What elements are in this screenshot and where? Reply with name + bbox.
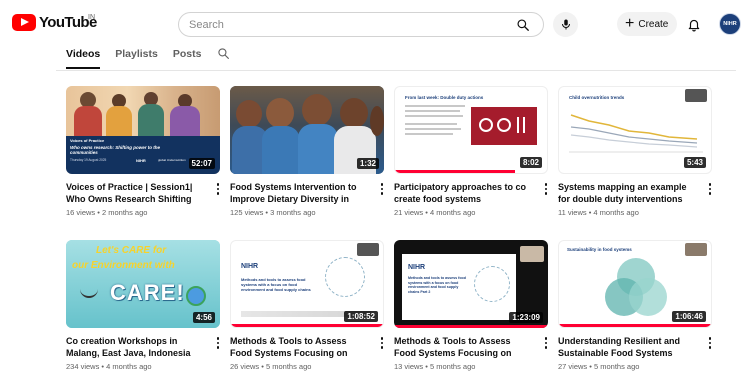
video-duration: 52:07 [188, 158, 215, 169]
thumb-heading: Child overnutrition trends [569, 95, 625, 100]
more-options-icon[interactable] [378, 336, 386, 350]
presenter-video [685, 89, 707, 102]
search-box [178, 12, 544, 37]
thumb-date: Thursday 19 August 2025 [70, 158, 107, 162]
video-meta: 21 views • 4 months ago [394, 208, 476, 217]
more-options-icon[interactable] [214, 182, 222, 196]
video-thumbnail[interactable]: 1:32 [230, 86, 384, 174]
video-meta: 27 views • 5 months ago [558, 362, 640, 371]
video-title[interactable]: Co creation Workshops in Malang, East Ja… [66, 335, 206, 359]
search-icon [218, 48, 230, 59]
thumb-care: CARE! [110, 280, 185, 305]
create-button[interactable]: + Create [617, 12, 677, 36]
video-thumbnail[interactable]: From last week: Double duty actions 8:02 [394, 86, 548, 174]
more-options-icon[interactable] [706, 182, 714, 196]
video-title[interactable]: Methods & Tools to Assess Food Systems F… [230, 335, 370, 359]
video-thumbnail[interactable]: NIHR Methods and tools to assess food sy… [394, 240, 548, 328]
thumb-line-1: Let's CARE for [96, 245, 167, 256]
video-meta: 234 views • 4 months ago [66, 362, 152, 371]
thumb-question: Who owns research: Shifting power to the… [70, 145, 161, 155]
video-thumbnail[interactable]: Sustainability in food systems 1:06:46 [558, 240, 712, 328]
tabs-divider [56, 70, 736, 71]
thumb-heading: Voices of Practice [70, 138, 105, 143]
region-code: IN [88, 14, 95, 21]
search-icon [517, 18, 529, 31]
thumb-heading: From last week: Double duty actions [405, 95, 484, 100]
video-thumbnail[interactable]: Voices of Practice Who owns research: Sh… [66, 86, 220, 174]
more-options-icon[interactable] [542, 336, 550, 350]
thumb-title: Methods and tools to assess food systems… [408, 276, 466, 294]
more-options-icon[interactable] [214, 336, 222, 350]
video-card[interactable]: Voices of Practice Who owns research: Sh… [66, 86, 220, 217]
watch-progress [394, 325, 548, 328]
video-meta: 125 views • 3 months ago [230, 208, 316, 217]
presenter-video [520, 246, 544, 262]
youtube-play-icon [12, 14, 36, 31]
top-bar: YouTube IN + Create NIHR [0, 0, 749, 46]
watch-progress [395, 170, 515, 173]
thumb-brand: NIHR [136, 158, 146, 163]
video-thumbnail[interactable]: NIHR Methods and tools to assess food sy… [230, 240, 384, 328]
video-duration: 5:43 [683, 157, 706, 168]
video-title[interactable]: Participatory approaches to co create fo… [394, 181, 534, 205]
microphone-icon [561, 19, 570, 30]
search-button[interactable] [503, 13, 543, 36]
presenter-video [685, 243, 707, 256]
video-meta: 11 views • 4 months ago [558, 208, 639, 217]
video-duration: 4:56 [192, 312, 215, 323]
trend-chart-graphic [569, 114, 703, 153]
channel-search-button[interactable] [217, 47, 230, 65]
video-title[interactable]: Understanding Resilient and Sustainable … [558, 335, 698, 359]
channel-tabs: Videos Playlists Posts [66, 48, 230, 70]
video-title[interactable]: Methods & Tools to Assess Food Systems F… [394, 335, 534, 359]
watch-progress [231, 324, 383, 327]
thumb-line-2: our Environment with [72, 260, 175, 271]
globe-icon [186, 286, 206, 306]
thumb-brand-2: global Undernutrition [158, 158, 186, 162]
presenter-video [357, 243, 379, 256]
search-input[interactable] [189, 17, 499, 33]
video-thumbnail[interactable]: Child overnutrition trends 5:43 [558, 86, 712, 174]
video-meta: 16 views • 2 months ago [66, 208, 148, 217]
thumb-brand: NIHR [408, 264, 426, 271]
tab-playlists[interactable]: Playlists [115, 48, 158, 65]
tab-videos[interactable]: Videos [66, 48, 101, 69]
account-avatar[interactable]: NIHR [719, 13, 741, 35]
video-duration: 1:23:09 [509, 312, 543, 323]
video-meta: 26 views • 5 months ago [230, 362, 312, 371]
voice-search-button[interactable] [553, 12, 578, 37]
bell-icon [688, 19, 700, 31]
more-options-icon[interactable] [706, 336, 714, 350]
video-card[interactable]: NIHR Methods and tools to assess food sy… [394, 240, 548, 371]
video-card[interactable]: NIHR Methods and tools to assess food sy… [230, 240, 384, 371]
thumb-heading: Sustainability in food systems [567, 247, 632, 252]
create-label: Create [638, 18, 669, 30]
video-title[interactable]: Systems mapping an example for double du… [558, 181, 698, 205]
video-duration: 8:02 [519, 157, 542, 168]
plus-icon: + [625, 15, 635, 32]
youtube-logo[interactable]: YouTube [12, 14, 97, 31]
watch-progress [559, 324, 711, 327]
more-options-icon[interactable] [542, 182, 550, 196]
more-options-icon[interactable] [378, 182, 386, 196]
video-title[interactable]: Voices of Practice | Session1| Who Owns … [66, 181, 206, 205]
video-card[interactable]: Child overnutrition trends 5:43 Systems … [558, 86, 712, 217]
diagram-graphic [325, 257, 365, 297]
thumb-brand: NIHR [241, 263, 259, 270]
video-thumbnail[interactable]: Let's CARE for our Environment with CARE… [66, 240, 220, 328]
video-duration: 1:32 [356, 158, 379, 169]
thumb-title: Methods and tools to assess food systems… [241, 277, 311, 292]
venn-diagram-graphic [605, 258, 667, 316]
video-duration: 1:06:46 [672, 311, 706, 322]
tab-posts[interactable]: Posts [173, 48, 202, 65]
video-card[interactable]: Sustainability in food systems 1:06:46 U… [558, 240, 712, 371]
video-card[interactable]: Let's CARE for our Environment with CARE… [66, 240, 220, 371]
video-card[interactable]: 1:32 Food Systems Intervention to Improv… [230, 86, 384, 217]
video-duration: 1:08:52 [344, 311, 378, 322]
video-title[interactable]: Food Systems Intervention to Improve Die… [230, 181, 370, 205]
notifications-button[interactable] [684, 14, 704, 34]
video-meta: 13 views • 5 months ago [394, 362, 476, 371]
video-card[interactable]: From last week: Double duty actions 8:02… [394, 86, 548, 217]
double-duty-graphic [471, 107, 537, 145]
